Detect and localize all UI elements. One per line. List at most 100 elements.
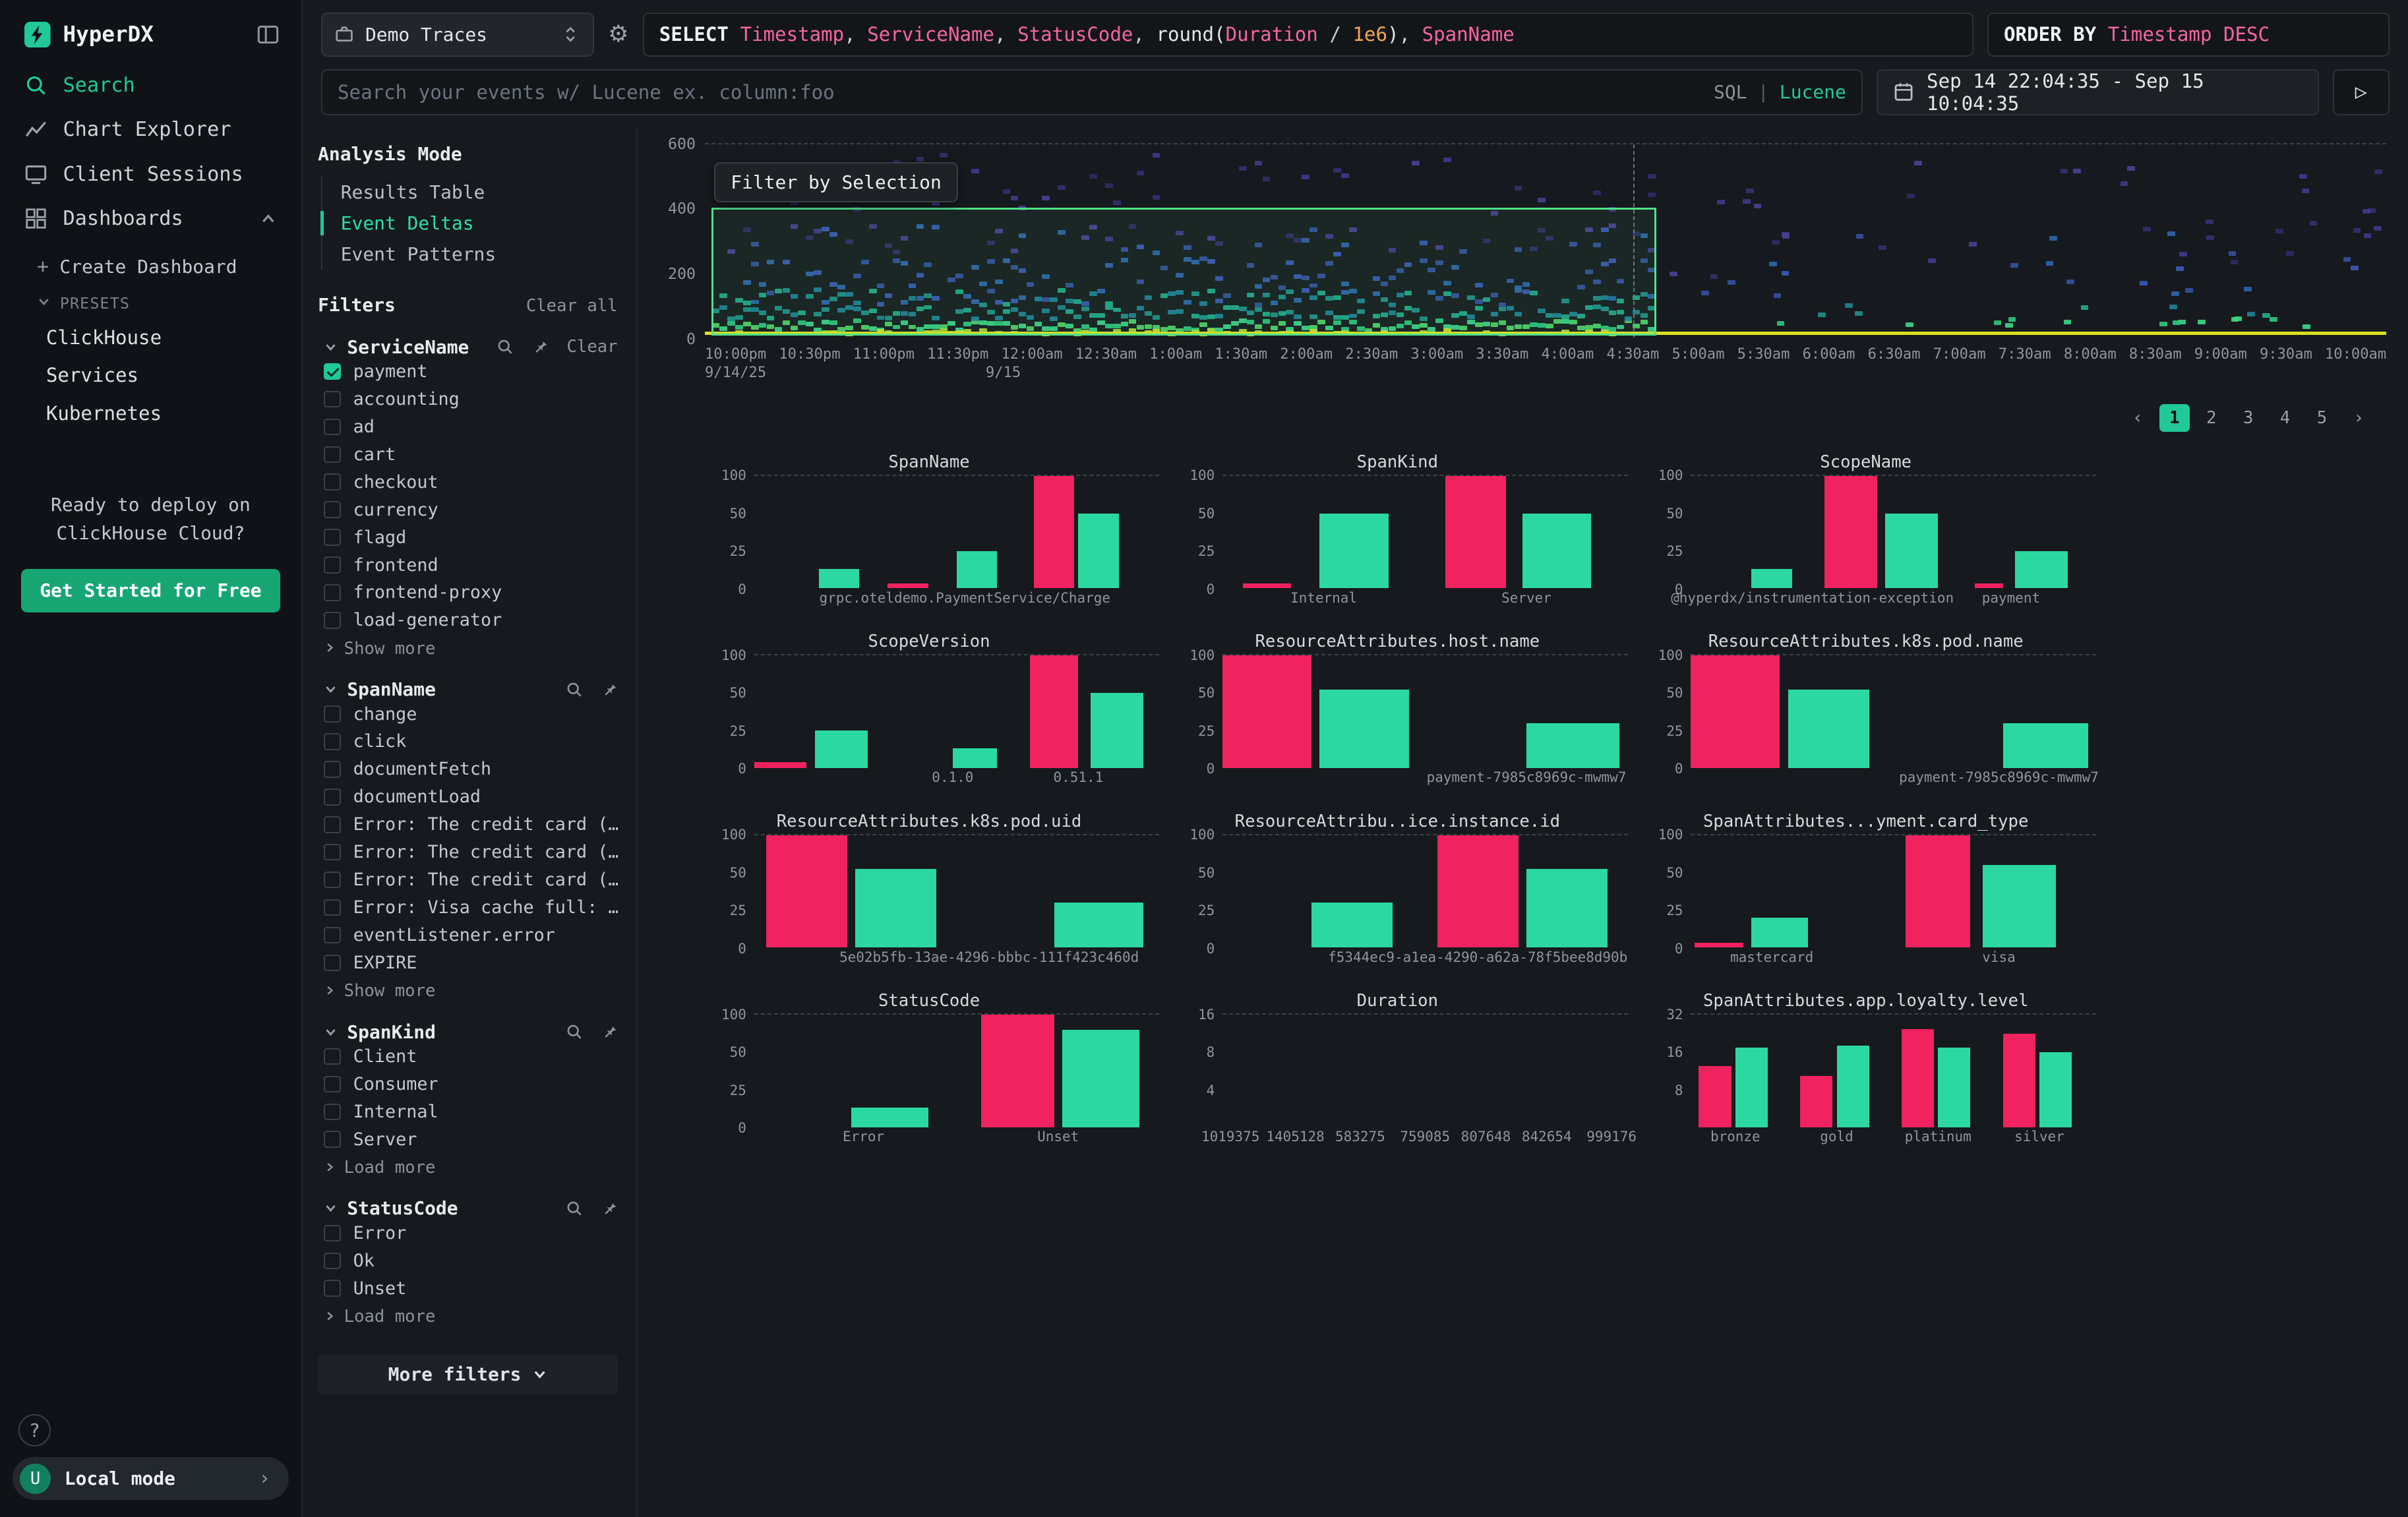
bar-baseline[interactable] — [1885, 514, 1938, 589]
checkbox[interactable] — [324, 1280, 341, 1297]
filter-option-error-visa-cache-full[interactable]: Error: Visa cache full: … — [318, 894, 618, 922]
checkbox[interactable] — [324, 529, 341, 546]
bar-anomaly[interactable] — [1695, 943, 1743, 947]
bar-baseline[interactable] — [815, 730, 868, 768]
page-button-3[interactable]: 3 — [2233, 404, 2264, 432]
filter-option-error[interactable]: Error — [318, 1219, 618, 1247]
page-button-1[interactable]: 1 — [2159, 404, 2190, 432]
event-search-input[interactable]: Search your events w/ Lucene ex. column:… — [321, 69, 1863, 115]
chevron-down-icon[interactable] — [324, 340, 338, 354]
bar-anomaly[interactable] — [1437, 835, 1519, 947]
bar-anomaly[interactable] — [1906, 835, 1970, 947]
lucene-toggle[interactable]: Lucene — [1780, 81, 1846, 103]
bar-anomaly[interactable] — [2003, 1034, 2035, 1127]
bar-baseline[interactable] — [953, 748, 998, 768]
chevron-down-icon[interactable] — [324, 1025, 338, 1039]
show-more-button[interactable]: Show more — [318, 634, 618, 659]
checkbox[interactable] — [324, 1104, 341, 1121]
analysis-mode-results-table[interactable]: Results Table — [322, 177, 618, 208]
bar-anomaly[interactable] — [1800, 1076, 1832, 1127]
filter-option-ad[interactable]: ad — [318, 413, 618, 440]
clear-all-button[interactable]: Clear all — [526, 296, 618, 316]
bar-baseline[interactable] — [957, 551, 997, 589]
preset-kubernetes[interactable]: Kubernetes — [0, 394, 301, 432]
bar-baseline[interactable] — [1054, 903, 1143, 947]
checkbox[interactable] — [324, 955, 341, 972]
bar-anomaly[interactable] — [1034, 476, 1074, 588]
checkbox[interactable] — [324, 1131, 341, 1148]
page-button-2[interactable]: 2 — [2196, 404, 2227, 432]
bar-baseline[interactable] — [819, 569, 859, 589]
bar-anomaly[interactable] — [1445, 476, 1506, 588]
time-selection-rect[interactable] — [711, 208, 1656, 336]
filter-option-flagd[interactable]: flagd — [318, 523, 618, 551]
sidebar-item-client-sessions[interactable]: Client Sessions — [0, 152, 301, 197]
filter-option-cart[interactable]: cart — [318, 440, 618, 468]
presets-toggle[interactable]: PRESETS — [0, 285, 301, 318]
sql-query-input[interactable]: SELECT Timestamp, ServiceName, StatusCod… — [643, 13, 1973, 57]
search-icon[interactable] — [565, 680, 584, 699]
bar-baseline[interactable] — [2039, 1052, 2072, 1127]
preset-clickhouse[interactable]: ClickHouse — [0, 318, 301, 356]
mini-chart-plot[interactable] — [754, 1013, 1160, 1127]
checkbox[interactable] — [324, 584, 341, 601]
checkbox[interactable] — [324, 612, 341, 629]
chevron-down-icon[interactable] — [324, 1201, 338, 1215]
bar-anomaly[interactable] — [1902, 1029, 1934, 1127]
filter-by-selection-button[interactable]: Filter by Selection — [714, 162, 958, 202]
bar-baseline[interactable] — [1788, 690, 1869, 768]
checkbox[interactable] — [324, 733, 341, 750]
filter-option-expire[interactable]: EXPIRE — [318, 949, 618, 976]
search-icon[interactable] — [565, 1199, 584, 1218]
checkbox[interactable] — [324, 1253, 341, 1270]
bar-anomaly[interactable] — [1222, 655, 1311, 767]
filter-option-frontend[interactable]: frontend — [318, 551, 618, 579]
load-more-button[interactable]: Load more — [318, 1302, 618, 1326]
filter-option-eventlistener-error[interactable]: eventListener.error — [318, 921, 618, 949]
checkbox[interactable] — [324, 816, 341, 833]
filter-option-accounting[interactable]: accounting — [318, 386, 618, 413]
checkbox[interactable] — [324, 419, 341, 436]
filter-option-documentload[interactable]: documentLoad — [318, 783, 618, 811]
filter-option-checkout[interactable]: checkout — [318, 468, 618, 496]
filter-option-payment[interactable]: payment — [318, 358, 618, 386]
bar-baseline[interactable] — [1938, 1048, 1970, 1127]
sidebar-item-search[interactable]: Search — [0, 63, 301, 107]
checkbox[interactable] — [324, 705, 341, 723]
bar-anomaly[interactable] — [888, 583, 928, 588]
filter-option-error-the-credit-card[interactable]: Error: The credit card (… — [318, 839, 618, 866]
bar-baseline[interactable] — [1091, 693, 1143, 768]
user-menu[interactable]: U Local mode › — [13, 1457, 289, 1500]
run-query-button[interactable]: ▷ — [2333, 69, 2390, 115]
pin-icon[interactable] — [599, 1199, 618, 1218]
bar-baseline[interactable] — [1062, 1030, 1139, 1127]
filter-option-change[interactable]: change — [318, 700, 618, 728]
mini-chart-plot[interactable] — [1222, 654, 1628, 767]
bar-anomaly[interactable] — [766, 835, 847, 947]
pin-icon[interactable] — [599, 1023, 618, 1041]
mini-chart-plot[interactable] — [1222, 1013, 1628, 1127]
checkbox[interactable] — [324, 761, 341, 778]
sidebar-item-dashboards[interactable]: Dashboards — [0, 196, 301, 241]
load-more-button[interactable]: Load more — [318, 1153, 618, 1177]
mini-chart-plot[interactable] — [1691, 834, 2096, 947]
preset-services[interactable]: Services — [0, 357, 301, 394]
bar-baseline[interactable] — [1522, 514, 1592, 589]
mini-chart-plot[interactable] — [754, 475, 1160, 588]
checkbox[interactable] — [324, 1225, 341, 1242]
source-select[interactable]: Demo Traces — [321, 13, 595, 57]
filter-option-ok[interactable]: Ok — [318, 1247, 618, 1274]
chevron-down-icon[interactable] — [324, 682, 338, 696]
mini-chart-plot[interactable] — [1691, 475, 2096, 588]
checkbox[interactable] — [324, 473, 341, 491]
settings-gear-icon[interactable]: ⚙ — [608, 21, 628, 47]
bar-anomaly[interactable] — [1691, 655, 1780, 767]
page-next-button[interactable]: › — [2343, 404, 2374, 432]
bar-baseline[interactable] — [855, 869, 936, 947]
checkbox[interactable] — [324, 899, 341, 916]
mini-chart-plot[interactable] — [754, 654, 1160, 767]
sql-toggle[interactable]: SQL — [1714, 81, 1747, 103]
bar-anomaly[interactable] — [1699, 1066, 1731, 1127]
mini-chart-plot[interactable] — [754, 834, 1160, 947]
filter-option-consumer[interactable]: Consumer — [318, 1070, 618, 1098]
